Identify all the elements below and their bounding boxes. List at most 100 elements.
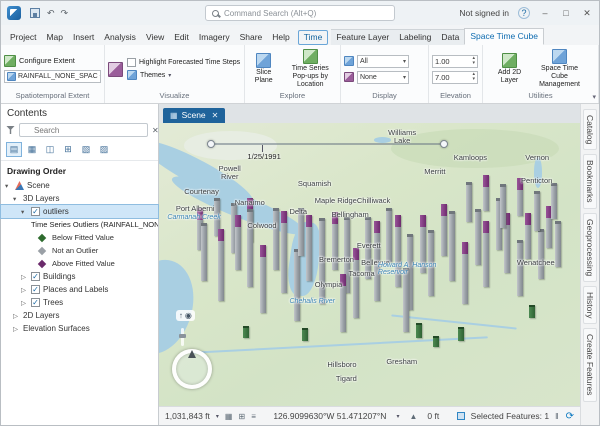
toc-view-icon[interactable]: ▤ [6, 142, 22, 157]
time-series-bar[interactable] [298, 208, 304, 256]
time-series-bar[interactable] [235, 215, 241, 270]
cursor-coordinates[interactable]: 126.9099630°W 51.471207°N [273, 411, 386, 421]
buildings-checkbox[interactable]: ✓ [31, 272, 40, 281]
time-series-bar[interactable] [475, 209, 481, 265]
expander-closed-icon[interactable]: ▷ [13, 325, 20, 333]
tree-item-2d-layers[interactable]: ▷ 2D Layers [1, 309, 158, 322]
time-series-bar[interactable] [517, 178, 523, 216]
add-grid-icon[interactable]: ⊞ [238, 412, 245, 421]
time-series-bar[interactable] [273, 208, 279, 270]
refresh-icon[interactable]: ⟳ [566, 411, 574, 422]
time-series-bar[interactable] [428, 230, 434, 296]
ribbon-tab[interactable]: Imagery [194, 30, 235, 45]
nav-up-icon[interactable]: ↑ [179, 311, 183, 320]
time-series-bar[interactable] [403, 268, 409, 332]
docked-pane-tab[interactable]: Geoprocessing [583, 213, 597, 282]
ribbon-tab[interactable]: Project [5, 30, 41, 45]
time-series-bar[interactable] [281, 211, 287, 293]
ribbon-tab[interactable]: Labeling [394, 29, 436, 45]
nav-orbit-icon[interactable]: ◉ [185, 311, 192, 320]
chevron-down-icon[interactable]: ▾ [396, 413, 399, 420]
slice-plane-button[interactable]: Slice Plane [248, 52, 280, 85]
ribbon-tab[interactable]: Help [267, 30, 294, 45]
time-series-bar[interactable] [483, 221, 489, 287]
themes-button[interactable]: Themes ▾ [127, 70, 241, 80]
tree-item-trees[interactable]: ▷ ✓ Trees [1, 296, 158, 309]
docked-pane-tab[interactable]: Catalog [583, 109, 597, 150]
ribbon-tab[interactable]: Feature Layer [331, 29, 394, 45]
time-series-bar[interactable] [441, 204, 447, 256]
time-series-bar[interactable] [551, 183, 557, 219]
ribbon-tab[interactable]: Space Time Cube [464, 28, 544, 45]
cube-variable-combobox[interactable]: RAINFALL_NONE_SPAC ▾ [4, 70, 101, 83]
ribbon-tab[interactable]: View [141, 30, 169, 45]
maximize-button[interactable]: □ [560, 8, 572, 18]
outliers-checkbox[interactable]: ✓ [31, 207, 40, 216]
close-button[interactable]: ✕ [581, 8, 593, 19]
docked-pane-tab[interactable]: Create Features [583, 328, 597, 401]
places-checkbox[interactable]: ✓ [31, 285, 40, 294]
ribbon-tab[interactable]: Edit [169, 30, 194, 45]
expander-closed-icon[interactable]: ▷ [21, 286, 28, 294]
ribbon-tab[interactable]: Analysis [99, 30, 141, 45]
ribbon-tab[interactable]: Map [41, 30, 68, 45]
tree-item-places-and-labels[interactable]: ▷ ✓ Places and Labels [1, 283, 158, 296]
grid-view-icon[interactable]: ▦ [225, 412, 233, 421]
time-series-bar[interactable] [332, 212, 338, 270]
time-series-bar[interactable] [500, 184, 506, 228]
time-series-bar[interactable] [340, 274, 346, 332]
pause-drawing-icon[interactable]: ‖ [555, 411, 560, 421]
expander-open-icon[interactable]: ▾ [13, 195, 20, 203]
docked-pane-tab[interactable]: Bookmarks [583, 154, 597, 209]
display-all-combobox[interactable]: All ▾ [357, 55, 409, 68]
time-series-bar[interactable] [483, 175, 489, 211]
ribbon-tab[interactable]: Insert [68, 30, 99, 45]
time-series-bar[interactable] [395, 215, 401, 287]
time-series-bar[interactable] [374, 221, 380, 301]
expander-open-icon[interactable]: ▾ [21, 208, 28, 216]
save-icon[interactable] [30, 8, 40, 18]
elevation-offset-spinner[interactable]: 7.00 ▴▾ [432, 71, 478, 84]
signin-status[interactable]: Not signed in [459, 8, 509, 18]
nav-zoom-slider[interactable] [181, 328, 184, 346]
time-series-bar[interactable] [319, 218, 325, 304]
minimize-button[interactable]: – [539, 8, 551, 18]
tree-item-scene[interactable]: ▾ Scene [1, 179, 158, 192]
ribbon-tab[interactable]: Data [436, 29, 464, 45]
time-series-bar[interactable] [458, 327, 464, 341]
time-series-bar[interactable] [529, 305, 535, 318]
time-series-bar[interactable] [306, 215, 312, 281]
display-none-combobox[interactable]: None ▾ [357, 71, 409, 84]
list-view-icon[interactable]: ≡ [251, 412, 256, 421]
add-2d-layer-button[interactable]: Add 2D Layer [493, 52, 527, 85]
time-slider[interactable] [210, 140, 446, 148]
time-series-bar[interactable] [201, 223, 207, 281]
time-series-bar[interactable] [386, 208, 392, 262]
trees-checkbox[interactable]: ✓ [31, 298, 40, 307]
configure-extent-button[interactable]: Configure Extent [4, 55, 101, 67]
ribbon-collapse-icon[interactable]: ▾ [592, 93, 596, 101]
time-series-bar[interactable] [294, 249, 300, 321]
time-series-bar[interactable] [302, 328, 308, 341]
time-series-bar[interactable] [243, 326, 249, 338]
docked-pane-tab[interactable]: History [583, 286, 597, 324]
redo-icon[interactable]: ↷ [61, 8, 69, 19]
close-view-icon[interactable]: ✕ [212, 111, 219, 120]
time-series-bar[interactable] [525, 213, 531, 259]
help-icon[interactable]: ? [518, 7, 530, 19]
filter-icon[interactable] [6, 126, 15, 135]
expander-open-icon[interactable]: ▾ [5, 182, 12, 190]
tree-item-elevation-surfaces[interactable]: ▷ Elevation Surfaces [1, 322, 158, 335]
visualize-cube-icon[interactable] [108, 62, 123, 77]
vertical-exaggeration-spinner[interactable]: 1.00 ▴▾ [432, 55, 478, 68]
contents-search-input[interactable] [19, 123, 148, 137]
command-search[interactable]: Command Search (Alt+Q) [205, 5, 395, 21]
chevron-down-icon[interactable]: ▾ [216, 413, 219, 420]
expander-closed-icon[interactable]: ▷ [21, 299, 28, 307]
scene-3d-view[interactable]: Williams LakeKamloopsVernonPentictonMerr… [159, 123, 580, 406]
ribbon-tab[interactable]: Time [298, 30, 329, 45]
time-series-bar[interactable] [416, 323, 422, 338]
time-series-bar[interactable] [218, 229, 224, 301]
time-series-popups-button[interactable]: Time Series Pop-ups by Location [284, 48, 338, 89]
time-series-bar[interactable] [466, 182, 472, 222]
